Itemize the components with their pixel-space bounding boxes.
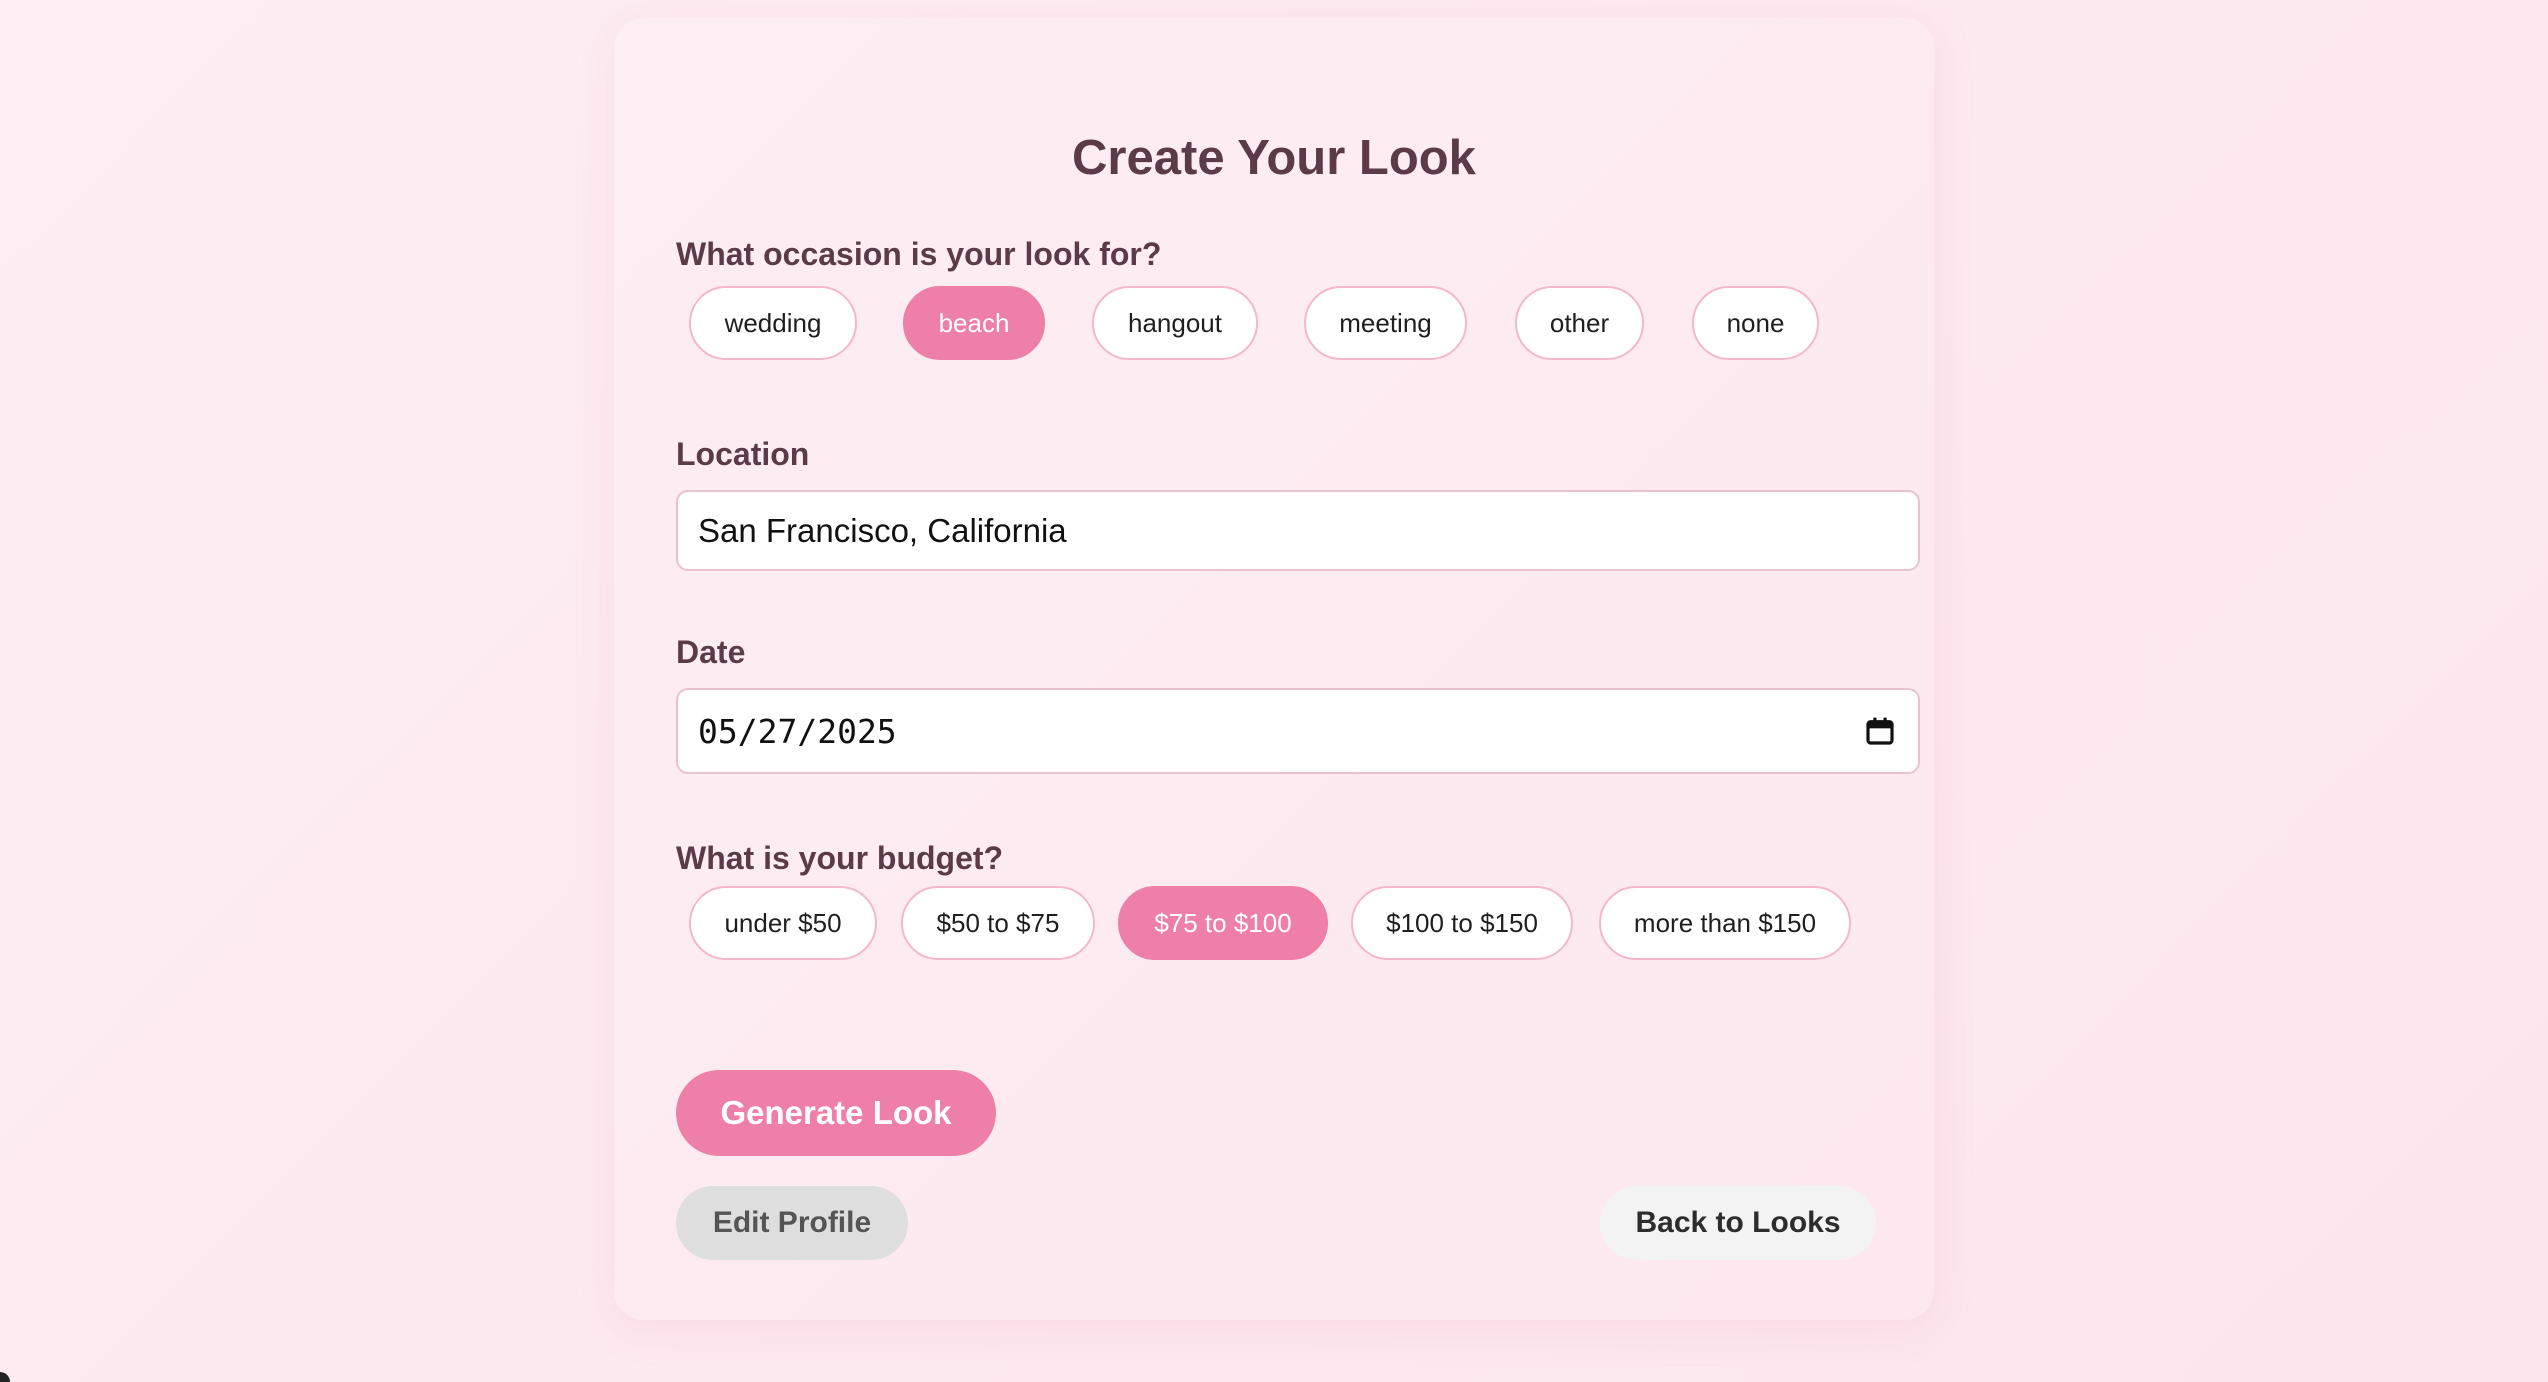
occasion-option-meeting[interactable]: meeting — [1304, 286, 1467, 360]
date-label: Date — [676, 634, 746, 670]
occasion-label: What occasion is your look for? — [676, 236, 1162, 272]
generate-look-button[interactable]: Generate Look — [676, 1070, 996, 1156]
budget-label: What is your budget? — [676, 840, 1004, 876]
occasion-option-none[interactable]: none — [1692, 286, 1819, 360]
window-corner — [0, 1372, 10, 1382]
budget-option-more-than-150[interactable]: more than $150 — [1599, 886, 1851, 960]
budget-option-75-to-100[interactable]: $75 to $100 — [1118, 886, 1328, 960]
budget-option-50-to-75[interactable]: $50 to $75 — [901, 886, 1095, 960]
calendar-icon[interactable] — [1864, 715, 1896, 747]
location-input[interactable]: San Francisco, California — [676, 490, 1920, 571]
edit-profile-button[interactable]: Edit Profile — [676, 1186, 908, 1260]
budget-option-under-50[interactable]: under $50 — [689, 886, 877, 960]
create-look-card: Create Your Look What occasion is your l… — [614, 18, 1934, 1320]
occasion-option-beach[interactable]: beach — [903, 286, 1045, 360]
occasion-option-hangout[interactable]: hangout — [1092, 286, 1258, 360]
budget-option-100-to-150[interactable]: $100 to $150 — [1351, 886, 1573, 960]
location-label: Location — [676, 436, 810, 472]
back-to-looks-button[interactable]: Back to Looks — [1600, 1186, 1876, 1260]
date-input[interactable]: 05/27/2025 — [676, 688, 1920, 774]
date-input-value: 05/27/2025 — [698, 711, 897, 751]
occasion-option-other[interactable]: other — [1515, 286, 1644, 360]
page-title: Create Your Look — [1072, 131, 1476, 185]
occasion-option-wedding[interactable]: wedding — [689, 286, 857, 360]
location-input-value: San Francisco, California — [698, 511, 1067, 549]
